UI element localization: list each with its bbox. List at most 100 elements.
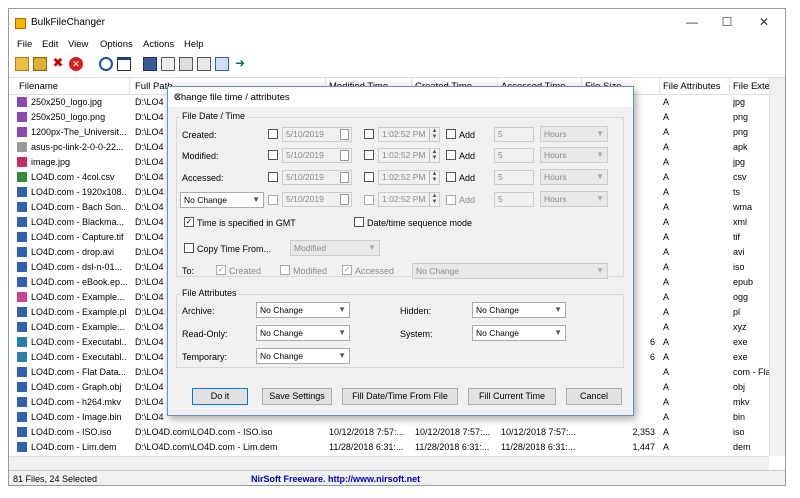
modified-time-field[interactable]: 1:02:52 PM ▲ ▼ <box>378 148 440 163</box>
remove-icon[interactable]: ✖ <box>51 56 65 71</box>
fourth-date-field[interactable]: 5/10/2019 <box>282 192 352 207</box>
window-icon[interactable] <box>117 57 131 71</box>
table-row[interactable]: LO4D.com - ISO.iso D:\LO4D.com\LO4D.com -… <box>9 425 769 440</box>
modified-unit-combo[interactable]: Hours ▼ <box>540 147 608 163</box>
cell-attr: A <box>663 247 670 257</box>
find-icon[interactable] <box>215 57 229 71</box>
dialog-close-icon[interactable]: ✕ <box>174 92 625 103</box>
toolbar: ✖ ✕ ➜ <box>9 53 785 78</box>
exit-icon[interactable]: ➜ <box>233 57 247 71</box>
modified-date-field[interactable]: 5/10/2019 <box>282 148 352 163</box>
html-report-icon[interactable] <box>197 57 211 71</box>
created-time-field[interactable]: 1:02:52 PM ▲ ▼ <box>378 127 440 142</box>
created-add-amount[interactable]: 5 <box>494 127 534 142</box>
modified-add-amount[interactable]: 5 <box>494 148 534 163</box>
cell-ext: com - Flat <box>733 367 769 377</box>
fourth-time-checkbox[interactable] <box>364 195 374 205</box>
do-it-button[interactable]: Do it <box>192 388 248 405</box>
menu-actions[interactable]: Actions <box>143 39 174 50</box>
cell-name: 1200px-The_Universit... <box>31 127 127 137</box>
menu-options[interactable]: Options <box>100 39 133 50</box>
modified-checkbox[interactable] <box>268 150 278 160</box>
menu-file[interactable]: File <box>17 39 32 50</box>
table-row[interactable]: LO4D.com - Lim.dem D:\LO4D.com\LO4D.com -… <box>9 440 769 455</box>
cell-attr: A <box>663 427 670 437</box>
modified-add-checkbox[interactable] <box>446 150 456 160</box>
menu-edit[interactable]: Edit <box>42 39 58 50</box>
fourth-unit-combo[interactable]: Hours ▼ <box>540 191 608 207</box>
col-filename[interactable]: Filename <box>19 81 58 92</box>
status-credit-link[interactable]: NirSoft Freeware. http://www.nirsoft.net <box>251 474 420 484</box>
close-icon[interactable]: ✕ <box>749 15 779 29</box>
save-icon[interactable] <box>143 57 157 71</box>
created-unit-combo[interactable]: Hours ▼ <box>540 126 608 142</box>
copy-icon[interactable] <box>161 57 175 71</box>
system-combo[interactable]: No Change ▼ <box>472 325 566 341</box>
cell-ext: obj <box>733 382 746 392</box>
add-files-icon[interactable] <box>33 57 47 71</box>
to-modified-checkbox[interactable] <box>280 265 290 275</box>
hidden-combo[interactable]: No Change ▼ <box>472 302 566 318</box>
minimize-icon[interactable]: — <box>677 15 707 29</box>
cell-attr: A <box>663 277 670 287</box>
col-file-attributes[interactable]: File Attributes <box>663 81 721 92</box>
accessed-time-checkbox[interactable] <box>364 172 374 182</box>
accessed-add-label: Add <box>459 173 476 183</box>
to-created-checkbox[interactable]: ✓ <box>216 265 226 275</box>
file-icon <box>17 337 27 347</box>
cell-name: LO4D.com - Graph.obj <box>31 382 122 392</box>
cell-created: 11/28/2018 6:31:... <box>415 442 490 452</box>
to-accessed-checkbox[interactable]: ✓ <box>342 265 352 275</box>
created-checkbox[interactable] <box>268 129 278 139</box>
file-icon <box>17 232 27 242</box>
to-combo[interactable]: No Change ▼ <box>412 263 608 279</box>
accessed-add-checkbox[interactable] <box>446 172 456 182</box>
cell-name: LO4D.com - ISO.iso <box>31 427 112 437</box>
created-add-checkbox[interactable] <box>446 129 456 139</box>
fourth-time-combo[interactable]: No Change ▼ <box>180 192 264 208</box>
created-date-field[interactable]: 5/10/2019 <box>282 127 352 142</box>
copy-from-combo[interactable]: Modified ▼ <box>290 240 380 256</box>
properties-icon[interactable] <box>99 57 113 71</box>
fill-from-file-button[interactable]: Fill Date/Time From File <box>342 388 458 405</box>
fourth-time-field[interactable]: 1:02:52 PM ▲ ▼ <box>378 192 440 207</box>
fourth-add-checkbox[interactable] <box>446 195 456 205</box>
cell-ext: bin <box>733 412 746 422</box>
cell-attr: A <box>663 337 670 347</box>
accessed-unit-combo[interactable]: Hours ▼ <box>540 169 608 185</box>
cell-name: LO4D.com - Example.pl <box>31 307 127 317</box>
created-time-checkbox[interactable] <box>364 129 374 139</box>
copy-from-checkbox[interactable] <box>184 243 194 253</box>
sequence-checkbox[interactable] <box>354 217 364 227</box>
maximize-icon[interactable]: ☐ <box>712 15 742 29</box>
cell-name: 250x250_logo.png <box>31 112 106 122</box>
temporary-combo[interactable]: No Change ▼ <box>256 348 350 364</box>
cell-ext: exe <box>733 337 748 347</box>
fourth-add-amount[interactable]: 5 <box>494 192 534 207</box>
save-settings-button[interactable]: Save Settings <box>262 388 332 405</box>
cell-acc: 10/12/2018 7:57:... <box>501 427 577 437</box>
file-icon <box>17 292 27 302</box>
menu-view[interactable]: View <box>68 39 88 50</box>
to-accessed-label: Accessed <box>355 266 395 276</box>
archive-combo[interactable]: No Change ▼ <box>256 302 350 318</box>
cancel-button[interactable]: Cancel <box>566 388 622 405</box>
system-label: System: <box>400 329 433 339</box>
paste-icon[interactable] <box>179 57 193 71</box>
delete-icon[interactable]: ✕ <box>69 57 83 71</box>
fourth-checkbox[interactable] <box>268 195 278 205</box>
vertical-scrollbar[interactable] <box>769 78 785 456</box>
accessed-add-amount[interactable]: 5 <box>494 170 534 185</box>
accessed-checkbox[interactable] <box>268 172 278 182</box>
horizontal-scrollbar[interactable] <box>9 456 769 471</box>
menu-help[interactable]: Help <box>184 39 204 50</box>
accessed-time-field[interactable]: 1:02:52 PM ▲ ▼ <box>378 170 440 185</box>
gmt-checkbox[interactable]: ✓ <box>184 217 194 227</box>
cell-attr: A <box>663 412 670 422</box>
fill-current-time-button[interactable]: Fill Current Time <box>468 388 556 405</box>
modified-time-checkbox[interactable] <box>364 150 374 160</box>
readonly-combo[interactable]: No Change ▼ <box>256 325 350 341</box>
open-folder-icon[interactable] <box>15 57 29 71</box>
accessed-date-field[interactable]: 5/10/2019 <box>282 170 352 185</box>
cell-attr: A <box>663 217 670 227</box>
